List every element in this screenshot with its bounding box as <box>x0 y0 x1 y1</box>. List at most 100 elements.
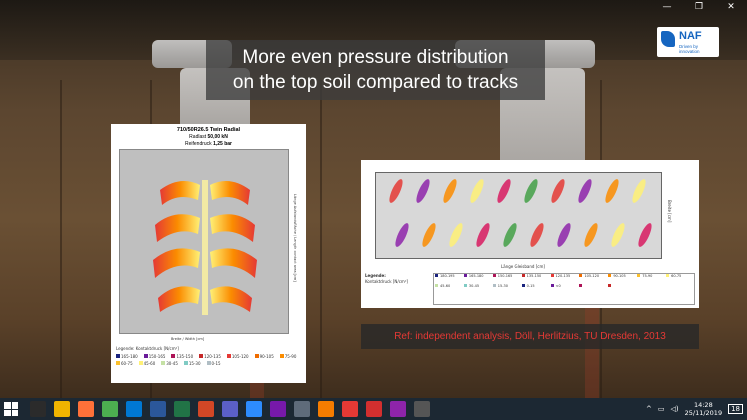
track-lug <box>416 179 430 203</box>
legend-item: 105-120 <box>226 354 249 359</box>
powerpoint-icon[interactable] <box>198 401 214 417</box>
logo-name: NAF <box>679 30 702 42</box>
video-icon[interactable] <box>414 401 430 417</box>
reference-note: Ref: independent analysis, Döll, Herlitz… <box>361 324 699 349</box>
acrobat-icon[interactable] <box>342 401 358 417</box>
firefox-icon[interactable] <box>78 401 94 417</box>
file-explorer-icon[interactable] <box>54 401 70 417</box>
legend-item: 45-60 <box>138 361 155 366</box>
window-controls: — ❐ ✕ <box>651 0 747 14</box>
track-lug <box>422 223 436 247</box>
legend-item: 135-150 <box>521 274 550 284</box>
system-tray: ^ ▭ ◁) 14:28 25/11/2019 18 <box>646 400 743 418</box>
footprint-pattern <box>153 180 257 315</box>
track-lug <box>584 223 598 247</box>
legend-item: 105-120 <box>578 274 607 284</box>
figure1-pressure: Reifendruck 1,25 bar <box>111 141 306 147</box>
legend-item: 75-90 <box>636 274 665 284</box>
outlook-icon[interactable] <box>126 401 142 417</box>
legend-item: 15-30 <box>492 284 521 294</box>
lug-left-2 <box>155 214 200 242</box>
legend-item: 90-105 <box>254 354 274 359</box>
furrow <box>60 80 62 398</box>
word-icon[interactable] <box>150 401 166 417</box>
task-view-icon[interactable] <box>30 401 46 417</box>
figure2-legend-title: Legende: <box>365 273 386 278</box>
legend-item: 0-15 <box>206 361 221 366</box>
title-line-1: More even pressure distribution <box>242 47 509 68</box>
clock-time: 14:28 <box>693 401 713 409</box>
figure2-y-label: Breite [cm] <box>667 200 672 223</box>
calculator-icon[interactable] <box>294 401 310 417</box>
acrobat-reader-icon[interactable] <box>366 401 382 417</box>
track-lug <box>611 223 625 247</box>
legend-item: 150-165 <box>143 354 165 359</box>
figure2-legend-subtitle: Kontaktdruck [N/cm²] <box>365 279 408 284</box>
legend-item: 60-75 <box>665 274 694 284</box>
naf-logo: NAF Driven by innovation <box>657 27 719 57</box>
lug-left-1 <box>160 181 200 205</box>
track-lug <box>497 179 511 203</box>
network-icon[interactable]: ▭ <box>658 405 665 413</box>
track-footprint-figure: Länge Gleisband [cm] Breite [cm] Legende… <box>361 160 699 308</box>
figure1-legend: Legende: Kontaktdruck [N/cm²] 165-180 150… <box>116 346 301 366</box>
legend-item: 165-180 <box>116 354 138 359</box>
chevron-up-icon[interactable]: ^ <box>646 405 652 413</box>
figure1-title: 710/50R26.5 Twin Radial <box>176 127 241 133</box>
track-lug <box>395 223 409 247</box>
vlc-icon[interactable] <box>318 401 334 417</box>
chrome-icon[interactable] <box>102 401 118 417</box>
figure1-load-label: Radlast <box>189 134 207 140</box>
legend-item: 150-165 <box>492 274 521 284</box>
track-lug <box>503 223 517 247</box>
track-lug <box>476 223 490 247</box>
naf-logo-icon <box>661 31 675 47</box>
legend-item: 0-15 <box>521 284 550 294</box>
media-icon[interactable] <box>390 401 406 417</box>
notification-count: 18 <box>731 405 740 413</box>
track-lug <box>605 179 619 203</box>
legend-item: <0 <box>550 284 579 294</box>
legend-item: 180-195 <box>434 274 463 284</box>
lug-right-3 <box>210 248 257 278</box>
lug-left-3 <box>153 248 200 278</box>
onenote-icon[interactable] <box>270 401 286 417</box>
title-line-2: on the top soil compared to tracks <box>232 72 519 93</box>
tyre-footprint-figure: 710/50R26.5 Twin Radial Radlast 50,00 kN… <box>111 124 306 383</box>
clock[interactable]: 14:28 25/11/2019 <box>685 401 722 417</box>
figure1-y-label: Länge Aufstandsfläche / Length contact a… <box>293 194 297 282</box>
legend-item: 30-45 <box>161 361 178 366</box>
figure2-x-label: Länge Gleisband [cm] <box>501 264 545 269</box>
lug-right-4 <box>210 286 252 312</box>
figure1-legend-items: 165-180 150-165 135-150 120-135 105-120 90-10… <box>116 354 301 366</box>
zoom-icon[interactable] <box>246 401 262 417</box>
legend-item: 135-150 <box>171 354 193 359</box>
figure2-legend-grid: 180-195 165-180 150-165 135-150 120-135 105-1… <box>433 273 695 305</box>
track-lug <box>524 179 538 203</box>
figure1-pressure-value: 1,25 bar <box>213 141 232 147</box>
track-lug <box>557 223 571 247</box>
legend-item: 120-135 <box>550 274 579 284</box>
lug-left-4 <box>158 286 200 312</box>
restore-icon[interactable]: ❐ <box>683 0 715 14</box>
track-lug <box>449 223 463 247</box>
notification-icon[interactable]: 18 <box>728 404 743 414</box>
start-icon[interactable] <box>4 402 18 416</box>
teams-icon[interactable] <box>222 401 238 417</box>
legend-item: 30-45 <box>463 284 492 294</box>
track-mark <box>585 300 599 398</box>
legend-item: 75-90 <box>279 354 296 359</box>
track-lug <box>551 179 565 203</box>
legend-item <box>607 284 636 294</box>
figure1-load: Radlast 50,00 kN <box>111 134 306 140</box>
excel-icon[interactable] <box>174 401 190 417</box>
close-icon[interactable]: ✕ <box>715 0 747 14</box>
figure1-load-value: 50,00 kN <box>207 134 228 140</box>
track-pattern <box>389 179 652 247</box>
volume-icon[interactable]: ◁) <box>670 405 678 413</box>
figure1-x-label: Breite / Width [cm] <box>171 337 205 341</box>
track-lug <box>632 179 646 203</box>
figure1-legend-title: Legende: Kontaktdruck [N/cm²] <box>116 346 179 351</box>
track-lug <box>443 179 457 203</box>
minimize-icon[interactable]: — <box>651 0 683 14</box>
